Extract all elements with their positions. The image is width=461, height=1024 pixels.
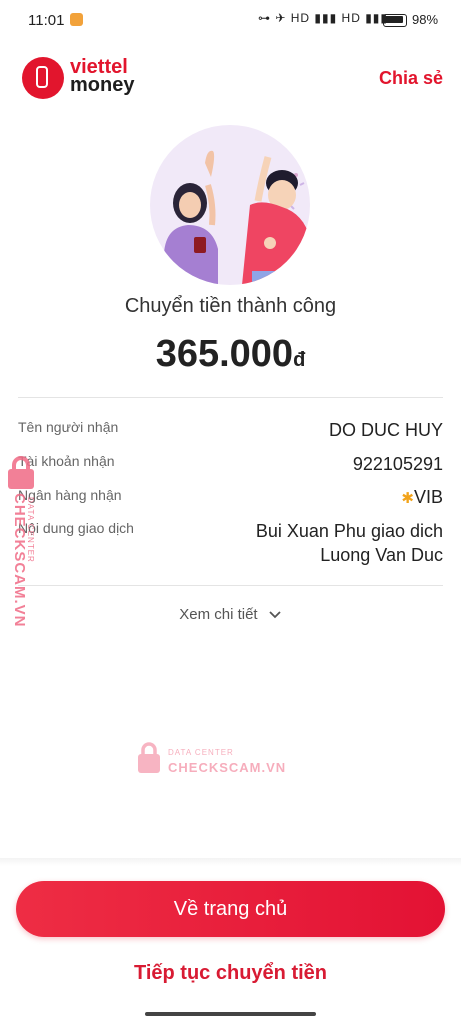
bank-name: VIB: [413, 487, 443, 507]
share-button[interactable]: Chia sẻ: [379, 68, 443, 89]
divider: [18, 397, 443, 398]
status-indicators: ⊶ ✈ HD ▮▮▮ HD ▮▮▮ ◔: [258, 11, 401, 25]
viettel-money-logo-icon: [22, 57, 64, 99]
home-indicator-bar[interactable]: [145, 1012, 316, 1016]
status-time: 11:01: [28, 12, 65, 29]
watermark-center-bottom-text: CHECKSCAM.VN: [168, 760, 287, 775]
currency-symbol: đ: [293, 349, 306, 371]
battery-icon: [383, 14, 407, 27]
transfer-amount: 365.000đ: [0, 333, 461, 376]
checkscam-center-watermark: DATA CENTER CHECKSCAM.VN: [136, 740, 316, 780]
chevron-down-icon: [269, 611, 281, 619]
view-details-link[interactable]: Xem chi tiết: [0, 606, 461, 623]
watermark-side-top-text: DATA CENTER: [26, 497, 35, 563]
transaction-content-line-2: Luong Van Duc: [320, 545, 443, 565]
amount-value: 365.000: [155, 333, 294, 375]
recipient-name-label: Tên người nhận: [18, 419, 119, 435]
lock-icon: [138, 742, 160, 773]
success-title: Chuyển tiền thành công: [124, 295, 337, 317]
bank-value: ✱VIB: [401, 487, 443, 508]
continue-transfer-link[interactable]: Tiếp tục chuyển tiền: [0, 962, 461, 985]
checkscam-side-watermark: CHECKSCAM.VN DATA CENTER: [6, 455, 36, 645]
back-to-home-button[interactable]: Về trang chủ: [16, 881, 445, 937]
account-number-value: 922105291: [352, 454, 443, 474]
notification-icon: [70, 13, 83, 26]
lock-icon: [8, 456, 34, 489]
vib-logo-icon: ✱: [401, 490, 414, 507]
brand-bottom-text: money: [70, 74, 135, 96]
success-illustration: [150, 125, 310, 285]
divider: [18, 585, 443, 586]
recipient-name-value: DO DUC HUY: [328, 420, 443, 440]
brand-wordmark: viettel money: [70, 57, 135, 96]
transaction-content-line-1: Bui Xuan Phu giao dich: [255, 521, 443, 541]
view-details-label: Xem chi tiết: [179, 606, 258, 623]
battery-percentage: 98%: [412, 12, 439, 27]
bottom-divider: [0, 858, 461, 866]
status-bar: 11:01 ⊶ ✈ HD ▮▮▮ HD ▮▮▮ ◔ 98%: [0, 0, 461, 42]
watermark-center-top-text: DATA CENTER: [168, 748, 234, 757]
